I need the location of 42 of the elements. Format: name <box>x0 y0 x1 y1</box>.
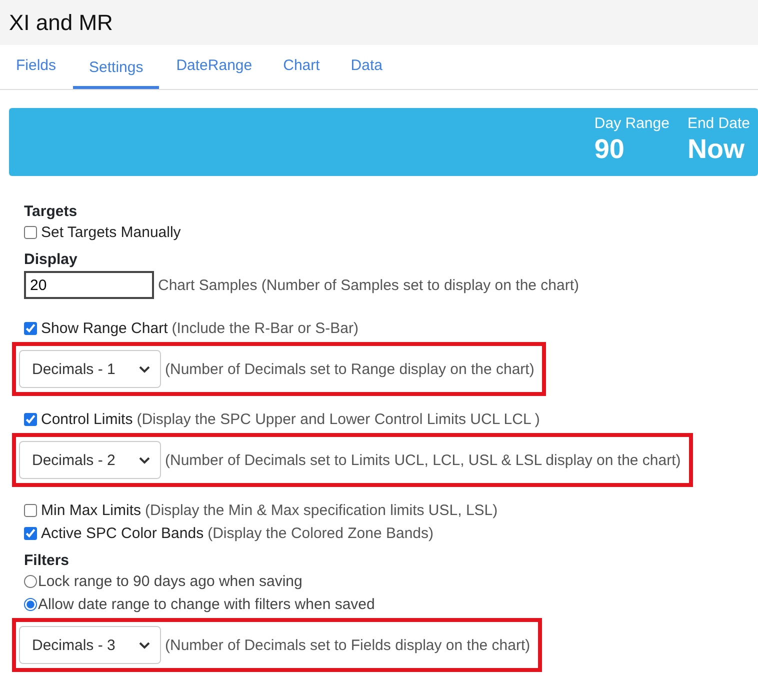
decimals-dropdown[interactable]: Decimals - 1 <box>19 350 161 388</box>
radio-button[interactable] <box>24 575 37 588</box>
option-description: (Display the Min & Max specification limits USL, LSL) <box>145 501 498 521</box>
radio-button[interactable] <box>24 598 37 611</box>
checkbox[interactable] <box>24 322 37 335</box>
checkbox-label: Active SPC Color Bands <box>41 524 204 544</box>
stat-label: Day Range <box>594 115 670 132</box>
chevron-icon <box>139 366 150 372</box>
stat-label: End Date <box>687 115 750 132</box>
option-description: (Include the R-Bar or S-Bar) <box>172 319 358 339</box>
stat-value: Now <box>687 134 746 165</box>
checkbox-label: Show Range Chart <box>41 319 168 339</box>
option-description: (Display the Colored Zone Bands) <box>208 524 434 544</box>
tab[interactable]: DateRange <box>162 45 266 89</box>
window-title: XI and MR <box>9 10 113 36</box>
field-description: (Number of Decimals set to Limits UCL, LCL, USL & LSL display on the chart) <box>165 452 681 468</box>
checkbox-label: Min Max Limits <box>41 501 142 521</box>
radio-label: Allow date range to change with filters when saved <box>38 595 375 615</box>
decimals-dropdown[interactable]: Decimals - 3 <box>19 626 161 664</box>
checkbox[interactable] <box>24 226 37 239</box>
input-field[interactable]: 20 <box>24 271 154 299</box>
section-heading: Targets <box>24 203 78 221</box>
tab[interactable]: Fields <box>2 45 70 89</box>
checkbox[interactable] <box>24 413 37 426</box>
radio-label: Lock range to 90 days ago when saving <box>38 572 302 592</box>
field-description: (Number of Decimals set to Range display on the chart) <box>165 360 534 378</box>
tab[interactable]: Chart <box>269 45 334 89</box>
field-description: Chart Samples (Number of Samples set to display on the chart) <box>158 276 580 296</box>
decimals-dropdown[interactable]: Decimals - 2 <box>19 441 161 479</box>
section-heading: Display <box>24 251 78 269</box>
checkbox-label: Control Limits <box>41 410 133 430</box>
tab[interactable]: Data <box>336 45 396 89</box>
checkbox[interactable] <box>24 527 37 540</box>
chevron-icon <box>139 456 150 464</box>
stat-value: 90 <box>594 134 626 165</box>
option-description: (Display the SPC Upper and Lower Control Limits UCL LCL ) <box>136 410 540 430</box>
checkbox-label: Set Targets Manually <box>41 223 181 243</box>
checkbox[interactable] <box>24 504 37 517</box>
tab[interactable]: Settings <box>73 45 160 89</box>
section-heading: Filters <box>24 552 70 570</box>
field-description: (Number of Decimals set to Fields display on the chart) <box>165 636 530 654</box>
chevron-icon <box>139 642 150 648</box>
